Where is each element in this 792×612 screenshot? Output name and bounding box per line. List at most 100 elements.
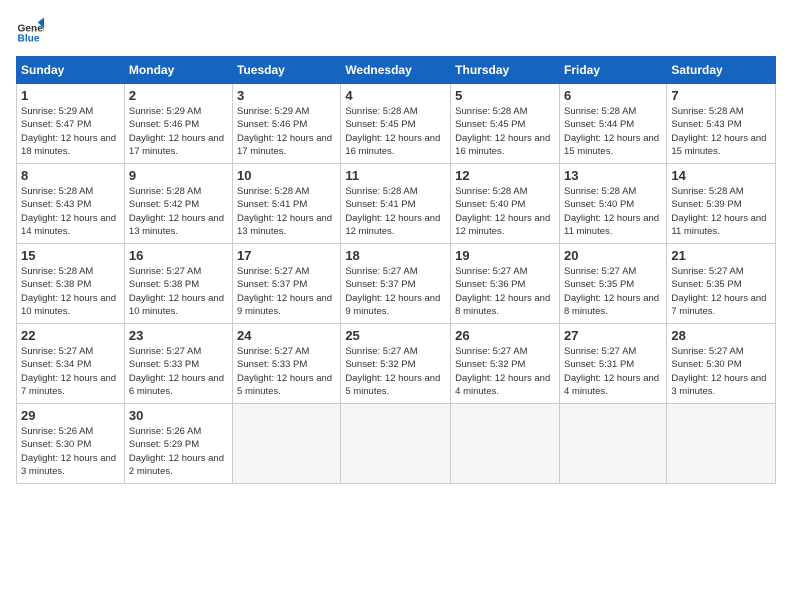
day-info: Sunrise: 5:28 AM Sunset: 5:45 PM Dayligh… xyxy=(345,105,446,158)
day-number: 15 xyxy=(21,248,120,263)
day-info: Sunrise: 5:27 AM Sunset: 5:37 PM Dayligh… xyxy=(345,265,446,318)
table-row: 20 Sunrise: 5:27 AM Sunset: 5:35 PM Dayl… xyxy=(559,244,666,324)
table-row: 10 Sunrise: 5:28 AM Sunset: 5:41 PM Dayl… xyxy=(233,164,341,244)
calendar-week-row: 15 Sunrise: 5:28 AM Sunset: 5:38 PM Dayl… xyxy=(17,244,776,324)
day-info: Sunrise: 5:26 AM Sunset: 5:29 PM Dayligh… xyxy=(129,425,228,478)
table-row: 24 Sunrise: 5:27 AM Sunset: 5:33 PM Dayl… xyxy=(233,324,341,404)
col-friday: Friday xyxy=(559,57,666,84)
calendar-week-row: 1 Sunrise: 5:29 AM Sunset: 5:47 PM Dayli… xyxy=(17,84,776,164)
day-info: Sunrise: 5:27 AM Sunset: 5:38 PM Dayligh… xyxy=(129,265,228,318)
table-row: 14 Sunrise: 5:28 AM Sunset: 5:39 PM Dayl… xyxy=(667,164,776,244)
day-number: 20 xyxy=(564,248,662,263)
logo-icon: General Blue xyxy=(16,16,44,44)
day-number: 8 xyxy=(21,168,120,183)
table-row: 27 Sunrise: 5:27 AM Sunset: 5:31 PM Dayl… xyxy=(559,324,666,404)
day-number: 4 xyxy=(345,88,446,103)
col-monday: Monday xyxy=(124,57,232,84)
day-info: Sunrise: 5:27 AM Sunset: 5:35 PM Dayligh… xyxy=(671,265,771,318)
table-row: 15 Sunrise: 5:28 AM Sunset: 5:38 PM Dayl… xyxy=(17,244,125,324)
day-number: 11 xyxy=(345,168,446,183)
col-wednesday: Wednesday xyxy=(341,57,451,84)
calendar-week-row: 29 Sunrise: 5:26 AM Sunset: 5:30 PM Dayl… xyxy=(17,404,776,484)
calendar-week-row: 8 Sunrise: 5:28 AM Sunset: 5:43 PM Dayli… xyxy=(17,164,776,244)
table-row: 7 Sunrise: 5:28 AM Sunset: 5:43 PM Dayli… xyxy=(667,84,776,164)
table-row: 16 Sunrise: 5:27 AM Sunset: 5:38 PM Dayl… xyxy=(124,244,232,324)
col-tuesday: Tuesday xyxy=(233,57,341,84)
table-row xyxy=(233,404,341,484)
day-info: Sunrise: 5:27 AM Sunset: 5:32 PM Dayligh… xyxy=(455,345,555,398)
day-number: 12 xyxy=(455,168,555,183)
table-row: 12 Sunrise: 5:28 AM Sunset: 5:40 PM Dayl… xyxy=(451,164,560,244)
table-row xyxy=(559,404,666,484)
table-row xyxy=(451,404,560,484)
page-header: General Blue xyxy=(16,16,776,44)
table-row: 18 Sunrise: 5:27 AM Sunset: 5:37 PM Dayl… xyxy=(341,244,451,324)
day-number: 5 xyxy=(455,88,555,103)
table-row: 26 Sunrise: 5:27 AM Sunset: 5:32 PM Dayl… xyxy=(451,324,560,404)
svg-text:Blue: Blue xyxy=(18,34,40,44)
day-info: Sunrise: 5:27 AM Sunset: 5:36 PM Dayligh… xyxy=(455,265,555,318)
day-info: Sunrise: 5:27 AM Sunset: 5:31 PM Dayligh… xyxy=(564,345,662,398)
day-number: 9 xyxy=(129,168,228,183)
day-number: 7 xyxy=(671,88,771,103)
day-info: Sunrise: 5:29 AM Sunset: 5:46 PM Dayligh… xyxy=(237,105,336,158)
table-row: 25 Sunrise: 5:27 AM Sunset: 5:32 PM Dayl… xyxy=(341,324,451,404)
day-info: Sunrise: 5:28 AM Sunset: 5:43 PM Dayligh… xyxy=(21,185,120,238)
table-row: 9 Sunrise: 5:28 AM Sunset: 5:42 PM Dayli… xyxy=(124,164,232,244)
day-info: Sunrise: 5:27 AM Sunset: 5:37 PM Dayligh… xyxy=(237,265,336,318)
day-info: Sunrise: 5:27 AM Sunset: 5:32 PM Dayligh… xyxy=(345,345,446,398)
table-row: 2 Sunrise: 5:29 AM Sunset: 5:46 PM Dayli… xyxy=(124,84,232,164)
day-number: 21 xyxy=(671,248,771,263)
logo: General Blue xyxy=(16,16,44,44)
col-saturday: Saturday xyxy=(667,57,776,84)
day-number: 10 xyxy=(237,168,336,183)
day-info: Sunrise: 5:28 AM Sunset: 5:39 PM Dayligh… xyxy=(671,185,771,238)
day-number: 25 xyxy=(345,328,446,343)
day-number: 13 xyxy=(564,168,662,183)
day-info: Sunrise: 5:28 AM Sunset: 5:45 PM Dayligh… xyxy=(455,105,555,158)
table-row: 3 Sunrise: 5:29 AM Sunset: 5:46 PM Dayli… xyxy=(233,84,341,164)
table-row xyxy=(341,404,451,484)
day-info: Sunrise: 5:28 AM Sunset: 5:40 PM Dayligh… xyxy=(455,185,555,238)
day-number: 6 xyxy=(564,88,662,103)
day-number: 28 xyxy=(671,328,771,343)
day-number: 29 xyxy=(21,408,120,423)
calendar-week-row: 22 Sunrise: 5:27 AM Sunset: 5:34 PM Dayl… xyxy=(17,324,776,404)
day-info: Sunrise: 5:29 AM Sunset: 5:46 PM Dayligh… xyxy=(129,105,228,158)
day-number: 19 xyxy=(455,248,555,263)
day-number: 2 xyxy=(129,88,228,103)
day-number: 23 xyxy=(129,328,228,343)
col-sunday: Sunday xyxy=(17,57,125,84)
table-row: 28 Sunrise: 5:27 AM Sunset: 5:30 PM Dayl… xyxy=(667,324,776,404)
day-number: 18 xyxy=(345,248,446,263)
table-row: 1 Sunrise: 5:29 AM Sunset: 5:47 PM Dayli… xyxy=(17,84,125,164)
day-info: Sunrise: 5:28 AM Sunset: 5:40 PM Dayligh… xyxy=(564,185,662,238)
day-number: 16 xyxy=(129,248,228,263)
day-info: Sunrise: 5:27 AM Sunset: 5:33 PM Dayligh… xyxy=(129,345,228,398)
table-row: 22 Sunrise: 5:27 AM Sunset: 5:34 PM Dayl… xyxy=(17,324,125,404)
day-info: Sunrise: 5:27 AM Sunset: 5:33 PM Dayligh… xyxy=(237,345,336,398)
day-info: Sunrise: 5:29 AM Sunset: 5:47 PM Dayligh… xyxy=(21,105,120,158)
day-info: Sunrise: 5:28 AM Sunset: 5:38 PM Dayligh… xyxy=(21,265,120,318)
day-number: 26 xyxy=(455,328,555,343)
table-row: 5 Sunrise: 5:28 AM Sunset: 5:45 PM Dayli… xyxy=(451,84,560,164)
day-info: Sunrise: 5:28 AM Sunset: 5:41 PM Dayligh… xyxy=(345,185,446,238)
day-number: 30 xyxy=(129,408,228,423)
table-row xyxy=(667,404,776,484)
day-number: 22 xyxy=(21,328,120,343)
day-number: 1 xyxy=(21,88,120,103)
day-number: 3 xyxy=(237,88,336,103)
table-row: 29 Sunrise: 5:26 AM Sunset: 5:30 PM Dayl… xyxy=(17,404,125,484)
table-row: 19 Sunrise: 5:27 AM Sunset: 5:36 PM Dayl… xyxy=(451,244,560,324)
day-info: Sunrise: 5:27 AM Sunset: 5:30 PM Dayligh… xyxy=(671,345,771,398)
table-row: 23 Sunrise: 5:27 AM Sunset: 5:33 PM Dayl… xyxy=(124,324,232,404)
day-number: 27 xyxy=(564,328,662,343)
day-info: Sunrise: 5:28 AM Sunset: 5:41 PM Dayligh… xyxy=(237,185,336,238)
table-row: 21 Sunrise: 5:27 AM Sunset: 5:35 PM Dayl… xyxy=(667,244,776,324)
day-number: 14 xyxy=(671,168,771,183)
table-row: 6 Sunrise: 5:28 AM Sunset: 5:44 PM Dayli… xyxy=(559,84,666,164)
day-info: Sunrise: 5:28 AM Sunset: 5:42 PM Dayligh… xyxy=(129,185,228,238)
day-info: Sunrise: 5:27 AM Sunset: 5:35 PM Dayligh… xyxy=(564,265,662,318)
col-thursday: Thursday xyxy=(451,57,560,84)
calendar-header-row: Sunday Monday Tuesday Wednesday Thursday… xyxy=(17,57,776,84)
